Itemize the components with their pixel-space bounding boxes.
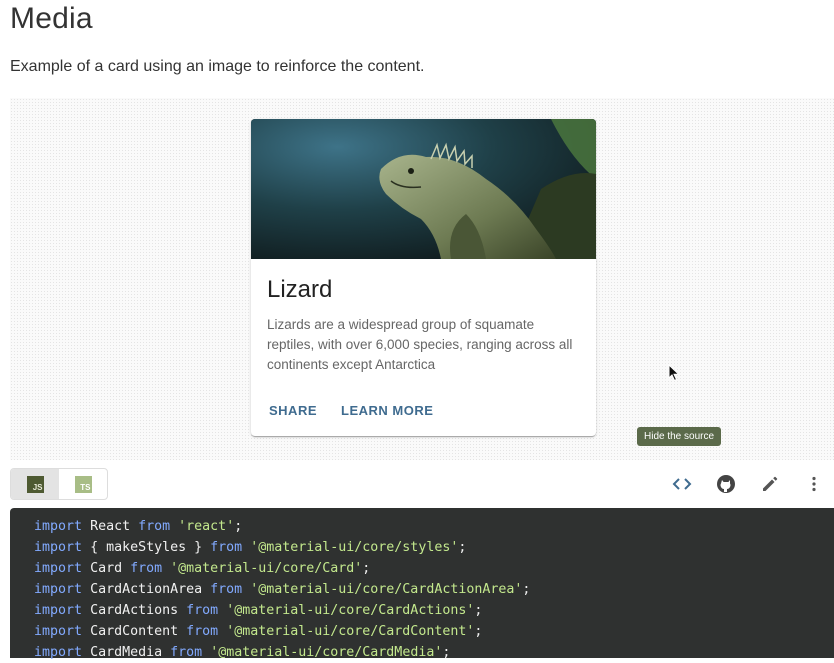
share-button[interactable]: SHARE [259, 395, 327, 426]
hide-source-tooltip: Hide the source [637, 427, 722, 446]
code-keyword: from [130, 561, 163, 576]
code-icon[interactable] [671, 473, 693, 495]
page-description: Example of a card using an image to rein… [10, 58, 425, 75]
code-identifier: CardContent [90, 624, 179, 639]
code-keyword: import [34, 582, 83, 597]
code-string: 'react' [178, 519, 235, 534]
demo-preview-area: Lizard Lizards are a widespread group of… [10, 98, 834, 460]
code-keyword: from [186, 624, 219, 639]
source-code-block[interactable]: import React from 'react'; import { make… [10, 508, 834, 660]
code-identifier: CardActions [90, 603, 179, 618]
code-string: '@material-ui/core/Card' [170, 561, 363, 576]
language-toggle: JS TS [10, 468, 108, 500]
github-icon[interactable] [715, 473, 737, 495]
mouse-cursor-icon [668, 363, 680, 387]
media-card: Lizard Lizards are a widespread group of… [251, 119, 596, 436]
lizard-image [251, 119, 596, 259]
code-string: '@material-ui/core/CardContent' [226, 624, 475, 639]
edit-icon[interactable] [759, 473, 781, 495]
ts-toggle-button[interactable]: TS [59, 469, 107, 499]
code-identifier: { makeStyles } [90, 540, 203, 555]
code-identifier: Card [90, 561, 123, 576]
card-actions: SHARE LEARN MORE [259, 395, 443, 426]
code-line: import CardMedia from '@material-ui/core… [34, 645, 451, 660]
code-keyword: import [34, 540, 83, 555]
code-identifier: CardActionArea [90, 582, 203, 597]
page-title: Media [10, 2, 93, 35]
code-identifier: React [90, 519, 131, 534]
code-string: '@material-ui/core/CardActions' [226, 603, 475, 618]
code-line: import React from 'react'; [34, 519, 243, 534]
code-line: import CardActions from '@material-ui/co… [34, 603, 483, 618]
code-line: import Card from '@material-ui/core/Card… [34, 561, 371, 576]
code-line: import { makeStyles } from '@material-ui… [34, 540, 467, 555]
card-media-image[interactable] [251, 119, 596, 259]
demo-toolbar: JS TS [10, 466, 834, 502]
code-line: import CardActionArea from '@material-ui… [34, 582, 531, 597]
learn-more-button[interactable]: LEARN MORE [331, 395, 443, 426]
code-keyword: from [186, 603, 219, 618]
code-keyword: import [34, 624, 83, 639]
code-keyword: import [34, 603, 83, 618]
card-body-text: Lizards are a widespread group of squama… [267, 317, 573, 372]
js-toggle-button[interactable]: JS [11, 469, 59, 499]
code-keyword: import [34, 561, 83, 576]
more-vert-icon[interactable] [803, 473, 825, 495]
code-keyword: from [138, 519, 171, 534]
typescript-icon: TS [74, 475, 92, 493]
code-keyword: from [210, 582, 243, 597]
code-keyword: import [34, 519, 83, 534]
code-string: '@material-ui/core/styles' [250, 540, 459, 555]
code-string: '@material-ui/core/CardActionArea' [250, 582, 523, 597]
code-line: import CardContent from '@material-ui/co… [34, 624, 483, 639]
javascript-icon: JS [26, 475, 44, 493]
card-title: Lizard [267, 276, 333, 303]
code-keyword: from [210, 540, 243, 555]
